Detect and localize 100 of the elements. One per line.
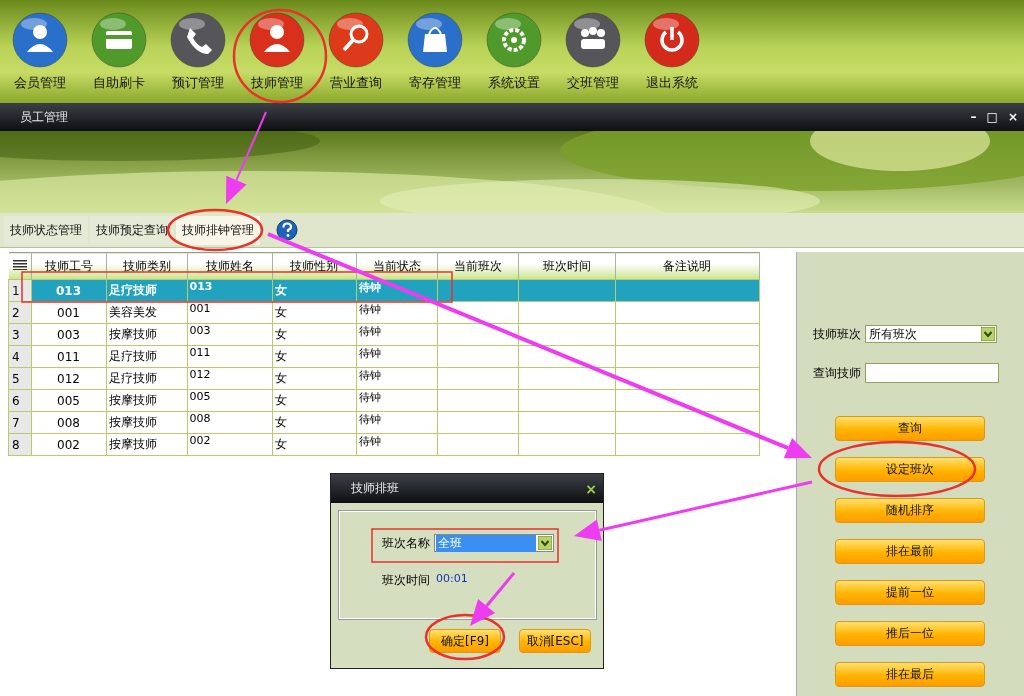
table-cell: 女: [272, 279, 356, 302]
table-cell: 女: [272, 301, 356, 324]
dialog-title: 技师排班: [351, 480, 399, 497]
maximize-button[interactable]: □: [986, 110, 998, 124]
table-cell: 按摩技师: [106, 323, 187, 346]
table-row[interactable]: 7 008 按摩技师 008 女 待钟: [8, 411, 760, 434]
table-cell: 待钟: [356, 411, 437, 434]
table-row[interactable]: 5 012 足疗技师 012 女 待钟: [8, 367, 760, 390]
table-cell: 003: [31, 323, 106, 346]
action-button[interactable]: 提前一位: [835, 580, 985, 605]
caret-icon: [981, 327, 995, 341]
action-button[interactable]: 排在最后: [835, 662, 985, 687]
table-cell: 按摩技师: [106, 411, 187, 434]
table-cell: 足疗技师: [106, 279, 187, 302]
table-cell: 001: [187, 301, 272, 324]
table-cell: 002: [31, 433, 106, 456]
row-number: 5: [8, 367, 31, 390]
table-cell: 待钟: [356, 367, 437, 390]
table-cell: 女: [272, 345, 356, 368]
column-header: 技师类别: [106, 252, 187, 280]
table-cell: 女: [272, 389, 356, 412]
table-cell: 012: [187, 367, 272, 390]
row-number: 2: [8, 301, 31, 324]
table-cell: 001: [31, 301, 106, 324]
row-number: 3: [8, 323, 31, 346]
table-cell: 011: [31, 345, 106, 368]
column-header: 备注说明: [615, 252, 760, 280]
table-row[interactable]: 2 001 美容美发 001 女 待钟: [8, 301, 760, 324]
action-button[interactable]: 设定班次: [835, 457, 985, 482]
toolbar-button[interactable]: 退出系统: [644, 12, 700, 103]
table-cell: 足疗技师: [106, 345, 187, 368]
table-cell: 美容美发: [106, 301, 187, 324]
toolbar-button[interactable]: 寄存管理: [407, 12, 463, 103]
toolbar-button[interactable]: 自助刷卡: [91, 12, 147, 103]
table-cell: 011: [187, 345, 272, 368]
shift-dropdown[interactable]: 所有班次: [865, 325, 997, 343]
table-cell: 待钟: [356, 433, 437, 456]
list-icon: [12, 260, 27, 270]
window-title: 员工管理: [20, 108, 68, 126]
table-cell: 待钟: [356, 301, 437, 324]
column-header: 班次时间: [518, 252, 615, 280]
caret-icon: [538, 536, 552, 550]
table-cell: 待钟: [356, 389, 437, 412]
tab[interactable]: 技师预定查询: [90, 215, 174, 245]
table-row[interactable]: 3 003 按摩技师 003 女 待钟: [8, 323, 760, 346]
table-cell: 按摩技师: [106, 389, 187, 412]
dialog-button[interactable]: 确定[F9]: [429, 629, 501, 653]
row-number: 7: [8, 411, 31, 434]
toolbar-button[interactable]: 交班管理: [565, 12, 621, 103]
table-cell: 005: [187, 389, 272, 412]
column-header: 技师姓名: [187, 252, 272, 280]
toolbar-button[interactable]: 预订管理: [170, 12, 226, 103]
table-cell: 013: [31, 279, 106, 302]
table-cell: 002: [187, 433, 272, 456]
time-value: 00:01: [436, 572, 468, 587]
action-button[interactable]: 排在最前: [835, 539, 985, 564]
close-button[interactable]: ×: [585, 480, 597, 497]
field-label: 班次名称: [382, 534, 430, 552]
help-icon[interactable]: [276, 219, 298, 241]
row-number: 6: [8, 389, 31, 412]
toolbar-button[interactable]: 营业查询: [328, 12, 384, 103]
table-cell: 按摩技师: [106, 433, 187, 456]
field-label: 技师班次: [813, 325, 861, 343]
table-cell: 女: [272, 323, 356, 346]
toolbar-button[interactable]: 会员管理: [12, 12, 68, 103]
tab[interactable]: 技师排钟管理: [176, 215, 260, 245]
column-header: 技师工号: [31, 252, 106, 280]
toolbar-button[interactable]: 系统设置: [486, 12, 542, 103]
table-row[interactable]: 6 005 按摩技师 005 女 待钟: [8, 389, 760, 412]
table-cell: 012: [31, 367, 106, 390]
dialog-button[interactable]: 取消[ESC]: [519, 629, 591, 653]
action-button[interactable]: 查询: [835, 416, 985, 441]
table-cell: 女: [272, 367, 356, 390]
table-cell: 008: [187, 411, 272, 434]
table-row[interactable]: 4 011 足疗技师 011 女 待钟: [8, 345, 760, 368]
action-button[interactable]: 随机排序: [835, 498, 985, 523]
table-cell: 足疗技师: [106, 367, 187, 390]
table-cell: 003: [187, 323, 272, 346]
table-cell: 待钟: [356, 323, 437, 346]
table-cell: 005: [31, 389, 106, 412]
search-field[interactable]: [865, 363, 999, 383]
field-label: 班次时间: [382, 572, 430, 589]
pointer-arrow: [470, 572, 516, 626]
field-label: 查询技师: [813, 364, 861, 382]
action-button[interactable]: 推后一位: [835, 621, 985, 646]
table-cell: 008: [31, 411, 106, 434]
table-row[interactable]: 8 002 按摩技师 002 女 待钟: [8, 433, 760, 456]
table-cell: 待钟: [356, 345, 437, 368]
row-number: 8: [8, 433, 31, 456]
row-number: 4: [8, 345, 31, 368]
table-cell: 013: [187, 279, 272, 302]
table-cell: 女: [272, 411, 356, 434]
row-number: 1: [8, 279, 31, 302]
toolbar-button[interactable]: 技师管理: [249, 12, 305, 103]
column-header: 当前班次: [437, 252, 518, 280]
table-cell: 女: [272, 433, 356, 456]
tab[interactable]: 技师状态管理: [4, 215, 88, 245]
minimize-button[interactable]: –: [970, 110, 977, 124]
table-row[interactable]: 1 013 足疗技师 013 女 待钟: [8, 279, 760, 302]
close-button[interactable]: ×: [1007, 110, 1018, 124]
